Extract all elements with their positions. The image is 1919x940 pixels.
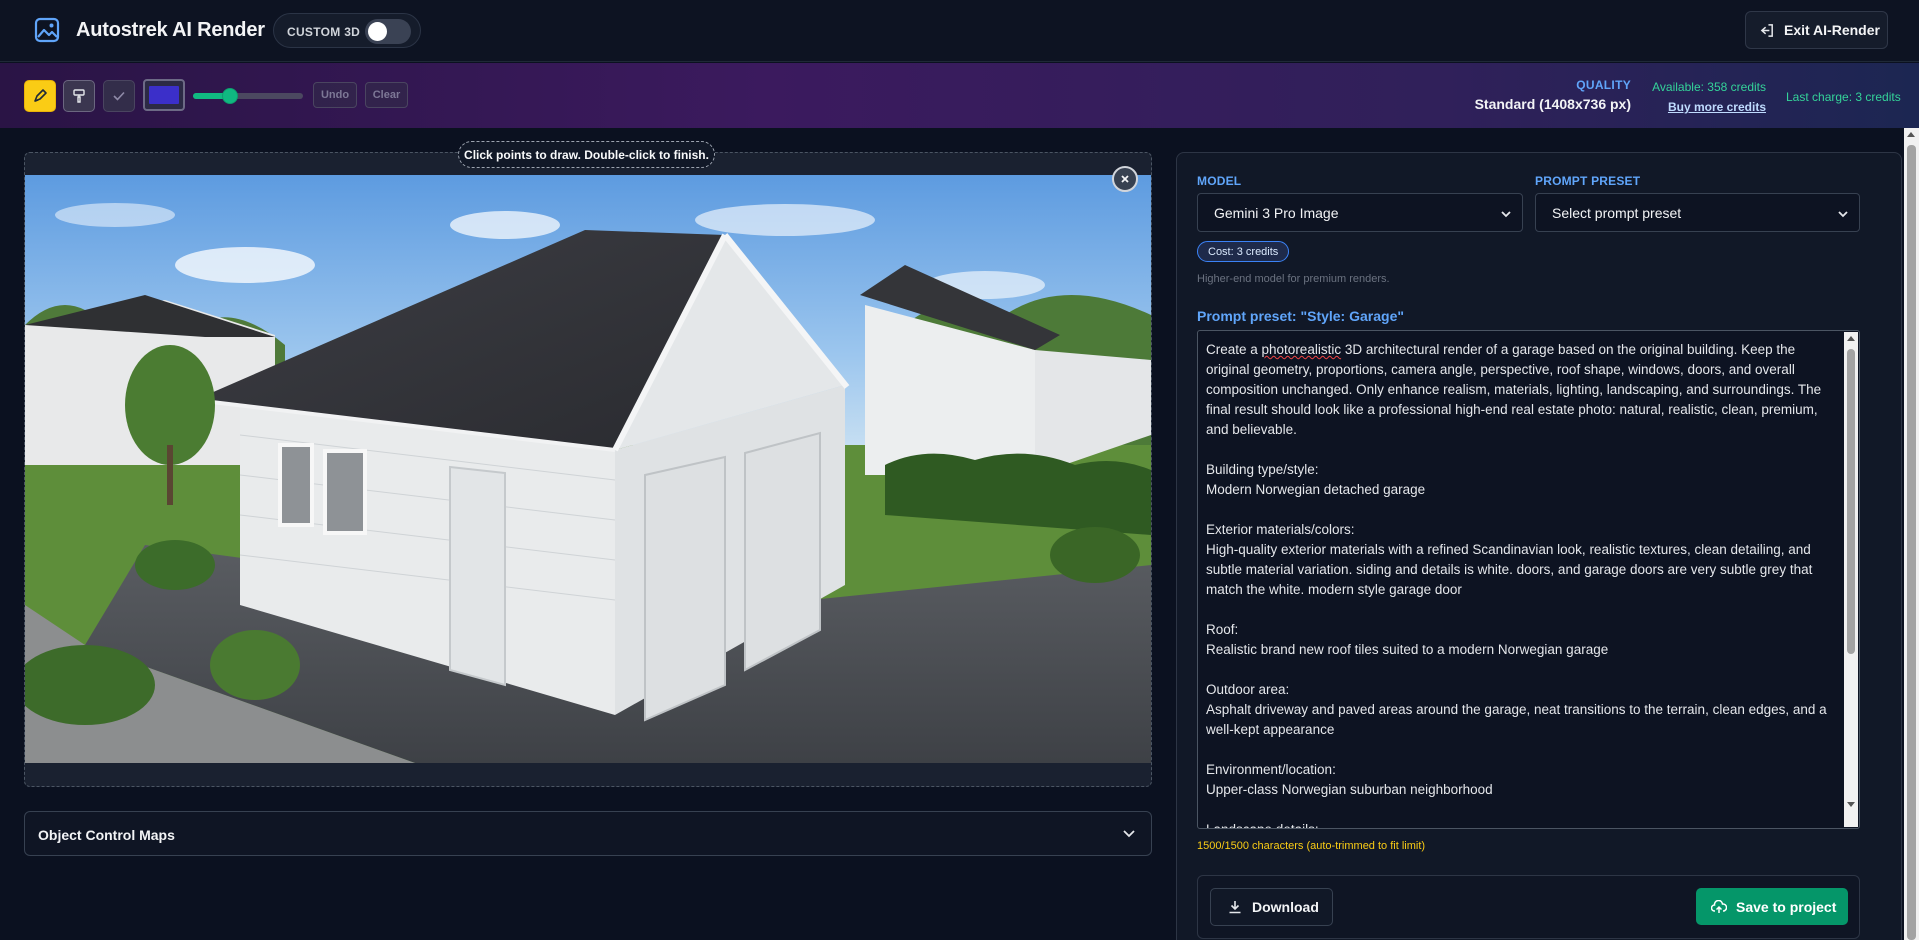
cost-badge: Cost: 3 credits [1197,241,1290,262]
color-fill [149,86,179,104]
prompt-preset-value: Select prompt preset [1552,204,1682,221]
pen-tool-button[interactable] [24,80,56,112]
prompt-textarea[interactable]: Create a photorealistic 3D architectural… [1197,330,1860,829]
page-scroll-up-arrow[interactable] [1907,132,1915,137]
image-logo-icon [34,17,60,43]
draw-hint: Click points to draw. Double-click to fi… [458,141,715,168]
quality-value: Standard (1408x736 px) [1474,96,1631,112]
exit-icon [1760,23,1773,37]
quality-info: QUALITY Standard (1408x736 px) [1475,78,1631,112]
scroll-down-arrow[interactable] [1847,802,1855,807]
drawing-toolbar: Undo Clear QUALITY Standard (1408x736 px… [0,63,1919,128]
exit-label: Exit AI-Render [1784,22,1880,38]
prompt-preset-title: Prompt preset: "Style: Garage" [1197,308,1404,324]
scroll-up-arrow[interactable] [1847,336,1855,341]
last-charge: Last charge: 3 credits [1786,90,1901,104]
scroll-thumb[interactable] [1847,349,1855,654]
prompt-text: Create a photorealistic 3D architectural… [1206,340,1836,828]
close-canvas-button[interactable] [1112,166,1138,192]
clear-button[interactable]: Clear [365,82,408,108]
color-swatch[interactable] [143,79,185,111]
action-bar: Download Save to project [1197,875,1860,939]
custom-3d-toggle[interactable] [365,19,411,44]
page-scroll-thumb[interactable] [1907,145,1916,940]
credits-info: Available: 358 credits Buy more credits [1651,80,1766,116]
download-button[interactable]: Download [1210,888,1333,926]
quality-label: QUALITY [1576,78,1631,92]
save-label: Save to project [1736,898,1837,915]
check-icon [113,91,125,101]
chevron-down-icon [1838,211,1848,218]
undo-button[interactable]: Undo [313,82,357,108]
spellcheck-word: photorealistic [1261,342,1342,357]
save-to-project-button[interactable]: Save to project [1696,888,1848,925]
prompt-preset-select[interactable]: Select prompt preset [1535,193,1860,232]
object-control-maps-accordion[interactable]: Object Control Maps [24,811,1152,856]
prompt-scrollbar[interactable] [1844,332,1858,827]
app-title: Autostrek AI Render [76,19,265,41]
model-note: Higher-end model for premium renders. [1197,273,1390,285]
chevron-down-icon [1123,830,1135,838]
download-icon [1229,901,1241,914]
buy-more-credits-link[interactable]: Buy more credits [1668,100,1766,114]
app-header: Autostrek AI Render CUSTOM 3D Exit AI-Re… [0,0,1919,62]
exit-ai-render-button[interactable]: Exit AI-Render [1745,11,1888,49]
render-image[interactable] [25,175,1151,763]
chevron-down-icon [1501,211,1511,218]
slider-thumb[interactable] [222,88,238,104]
brush-size-slider[interactable] [193,88,303,104]
model-select[interactable]: Gemini 3 Pro Image [1197,193,1523,232]
brush-icon [73,89,85,103]
prompt-text-start: Create a [1206,342,1262,357]
prompt-preset-label: PROMPT PRESET [1535,174,1641,188]
object-control-maps-title: Object Control Maps [38,827,175,843]
model-select-value: Gemini 3 Pro Image [1214,204,1339,221]
brush-tool-button[interactable] [63,80,95,112]
download-label: Download [1252,899,1319,915]
prompt-text-rest: 3D architectural render of a garage base… [1206,342,1827,828]
toggle-knob [368,22,387,41]
pen-icon [34,89,47,102]
cloud-upload-icon [1711,899,1727,913]
custom-3d-switch: CUSTOM 3D [273,13,421,48]
character-count: 1500/1500 characters (auto-trimmed to fi… [1197,840,1426,852]
custom-3d-label: CUSTOM 3D [287,25,361,39]
model-label: MODEL [1197,174,1242,188]
page-scrollbar[interactable] [1904,128,1919,940]
finish-shape-button[interactable] [103,80,135,112]
available-credits: Available: 358 credits [1652,80,1766,94]
close-icon [1121,175,1129,183]
